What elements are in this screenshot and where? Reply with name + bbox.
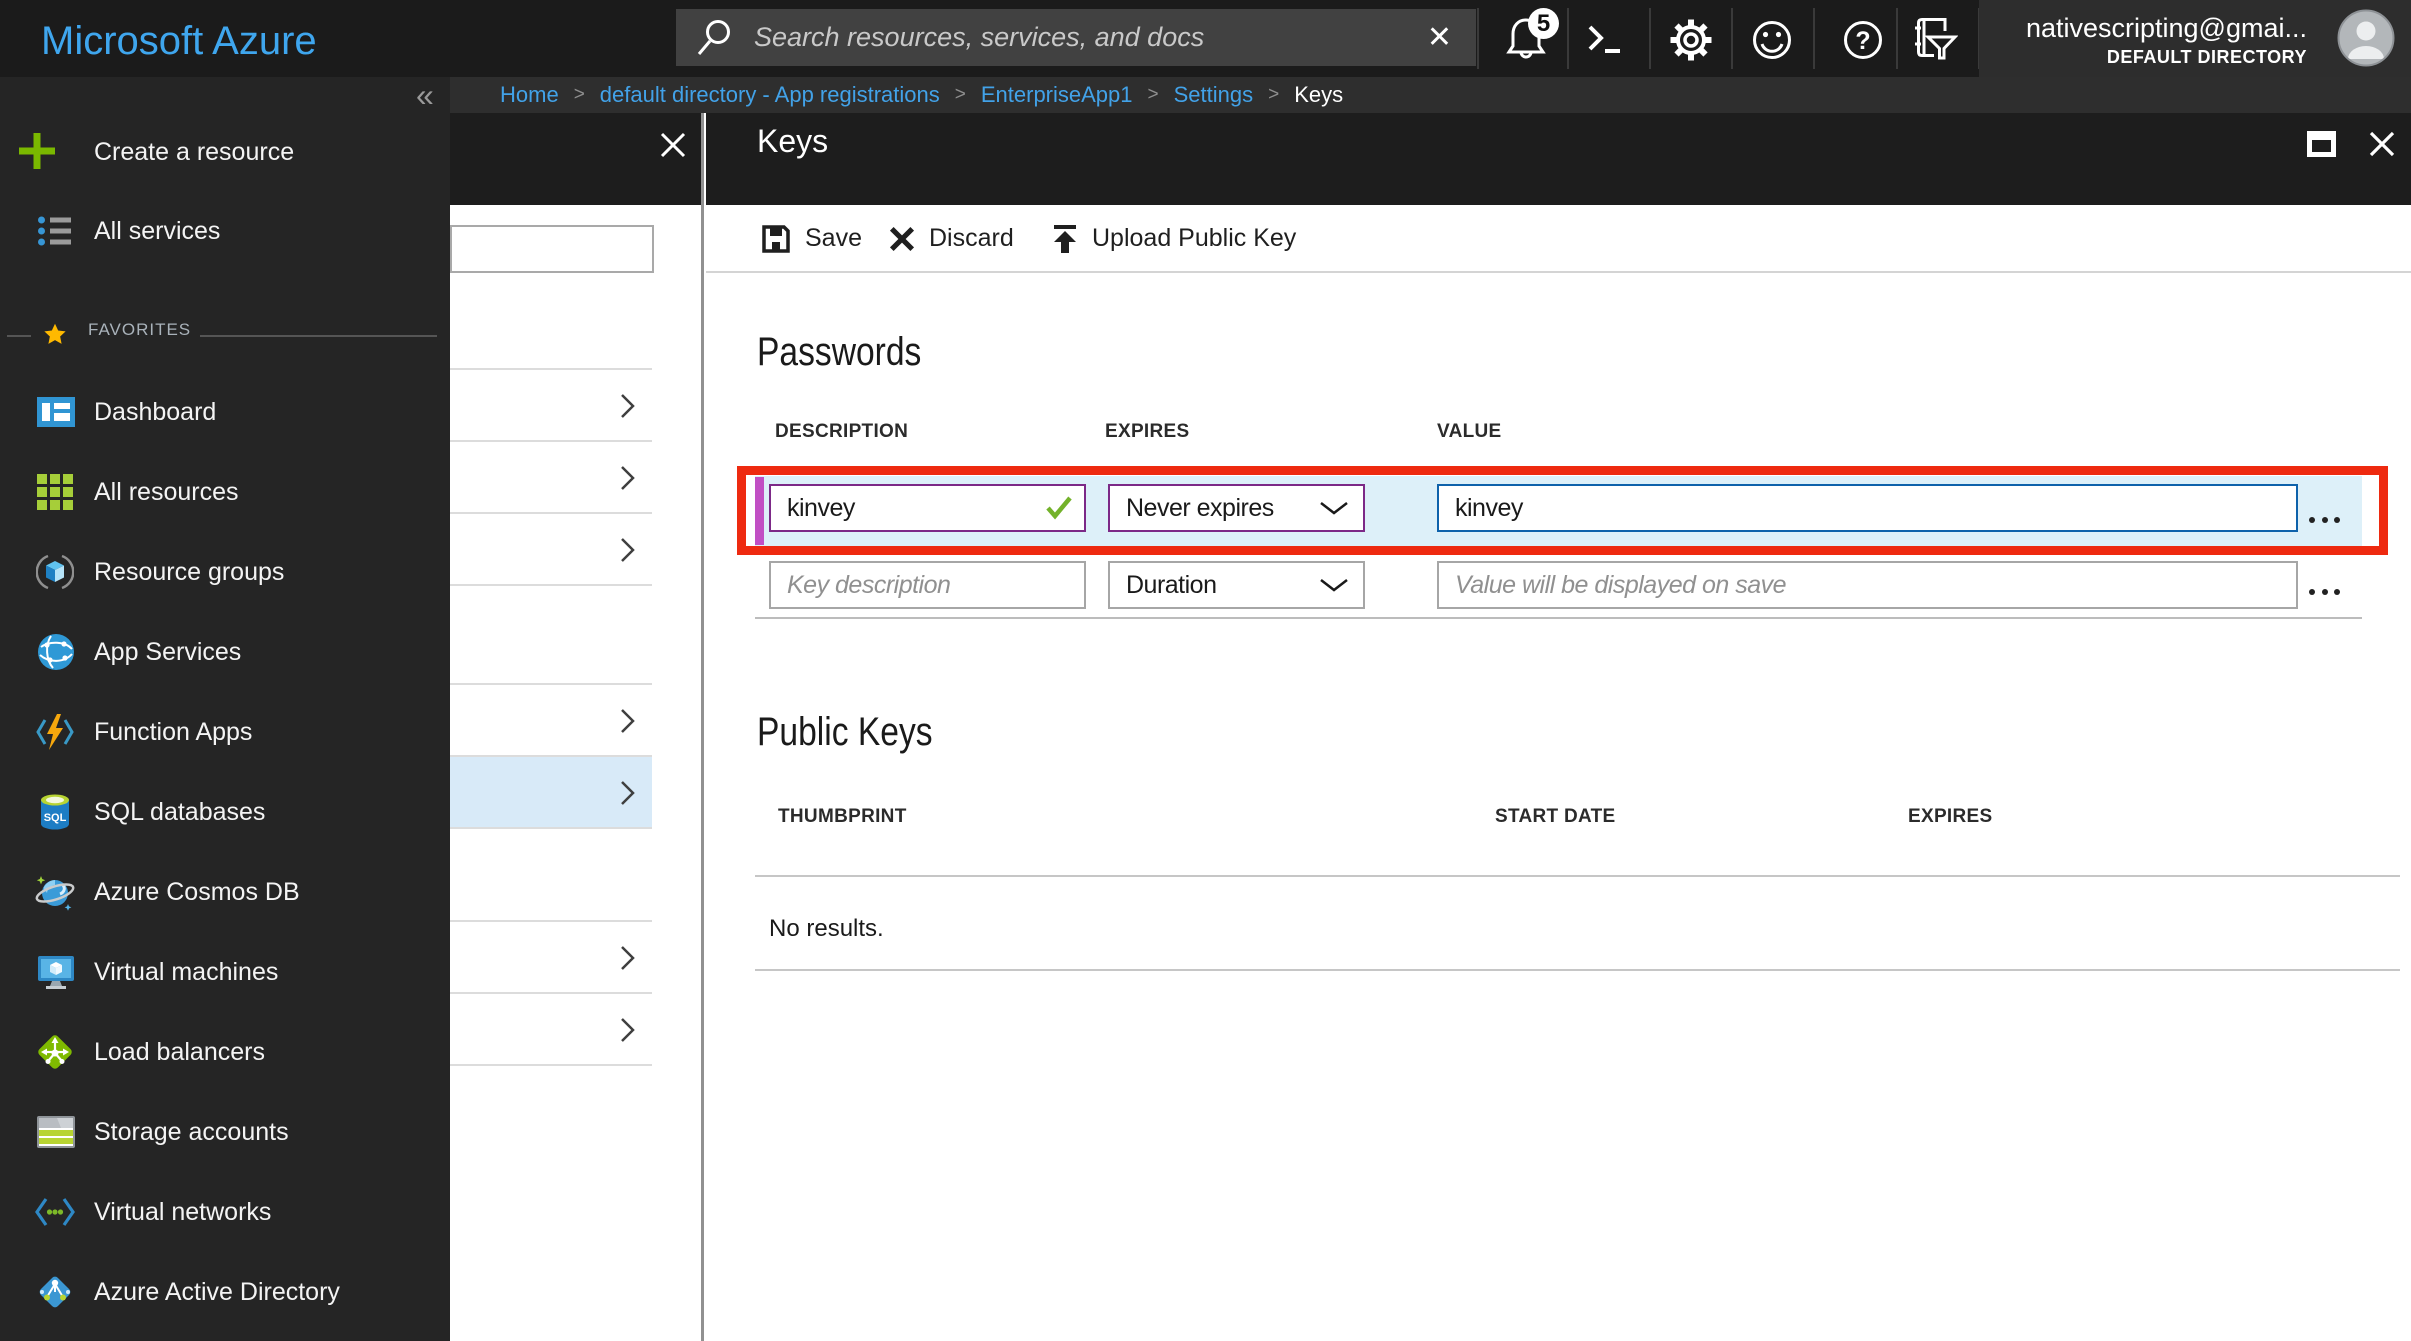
svg-text:?: ? [1855,27,1870,55]
svg-text:SQL: SQL [44,812,67,824]
